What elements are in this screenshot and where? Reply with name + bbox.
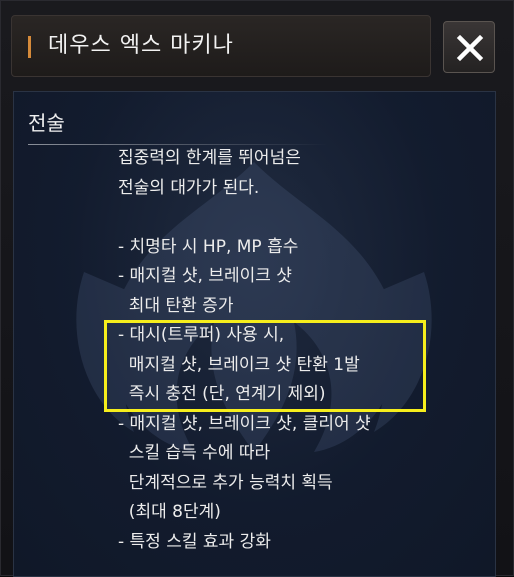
- description-line: (최대 8단계): [118, 502, 221, 522]
- section-title: 전술: [28, 111, 65, 135]
- description-line: 최대 탄환 증가: [118, 295, 234, 316]
- title-accent-bar: [28, 36, 31, 58]
- close-button[interactable]: [443, 21, 495, 73]
- description-line: [118, 203, 488, 233]
- skill-info-window: 데우스 엑스 마키나 전술 집중력의 한계를 뛰어넘은 전술의 대가가 된다. …: [0, 0, 514, 577]
- description-line: 스킬 습득 수에 따라: [118, 443, 271, 463]
- title-bar: 데우스 엑스 마키나: [11, 15, 431, 77]
- description-line: - 매지컬 샷, 브레이크 샷, 클리어 샷: [118, 413, 371, 434]
- description-line: 전술의 대가가 된다.: [118, 177, 260, 198]
- description-line: - 매지컬 샷, 브레이크 샷: [118, 266, 292, 286]
- window-title: 데우스 엑스 마키나: [48, 33, 234, 58]
- description-line: 단계적으로 추가 능력치 획득: [118, 472, 333, 493]
- description-line: - 치명타 시 HP, MP 흡수: [118, 236, 299, 257]
- skill-description-panel: 전술 집중력의 한계를 뛰어넘은 전술의 대가가 된다. - 치명타 시 HP,…: [13, 91, 496, 577]
- close-icon: [456, 34, 484, 62]
- description-line: - 특정 스킬 효과 강화: [118, 531, 271, 552]
- highlight-box: [104, 320, 426, 412]
- description-line: 집중력의 한계를 뛰어넘은: [118, 148, 301, 168]
